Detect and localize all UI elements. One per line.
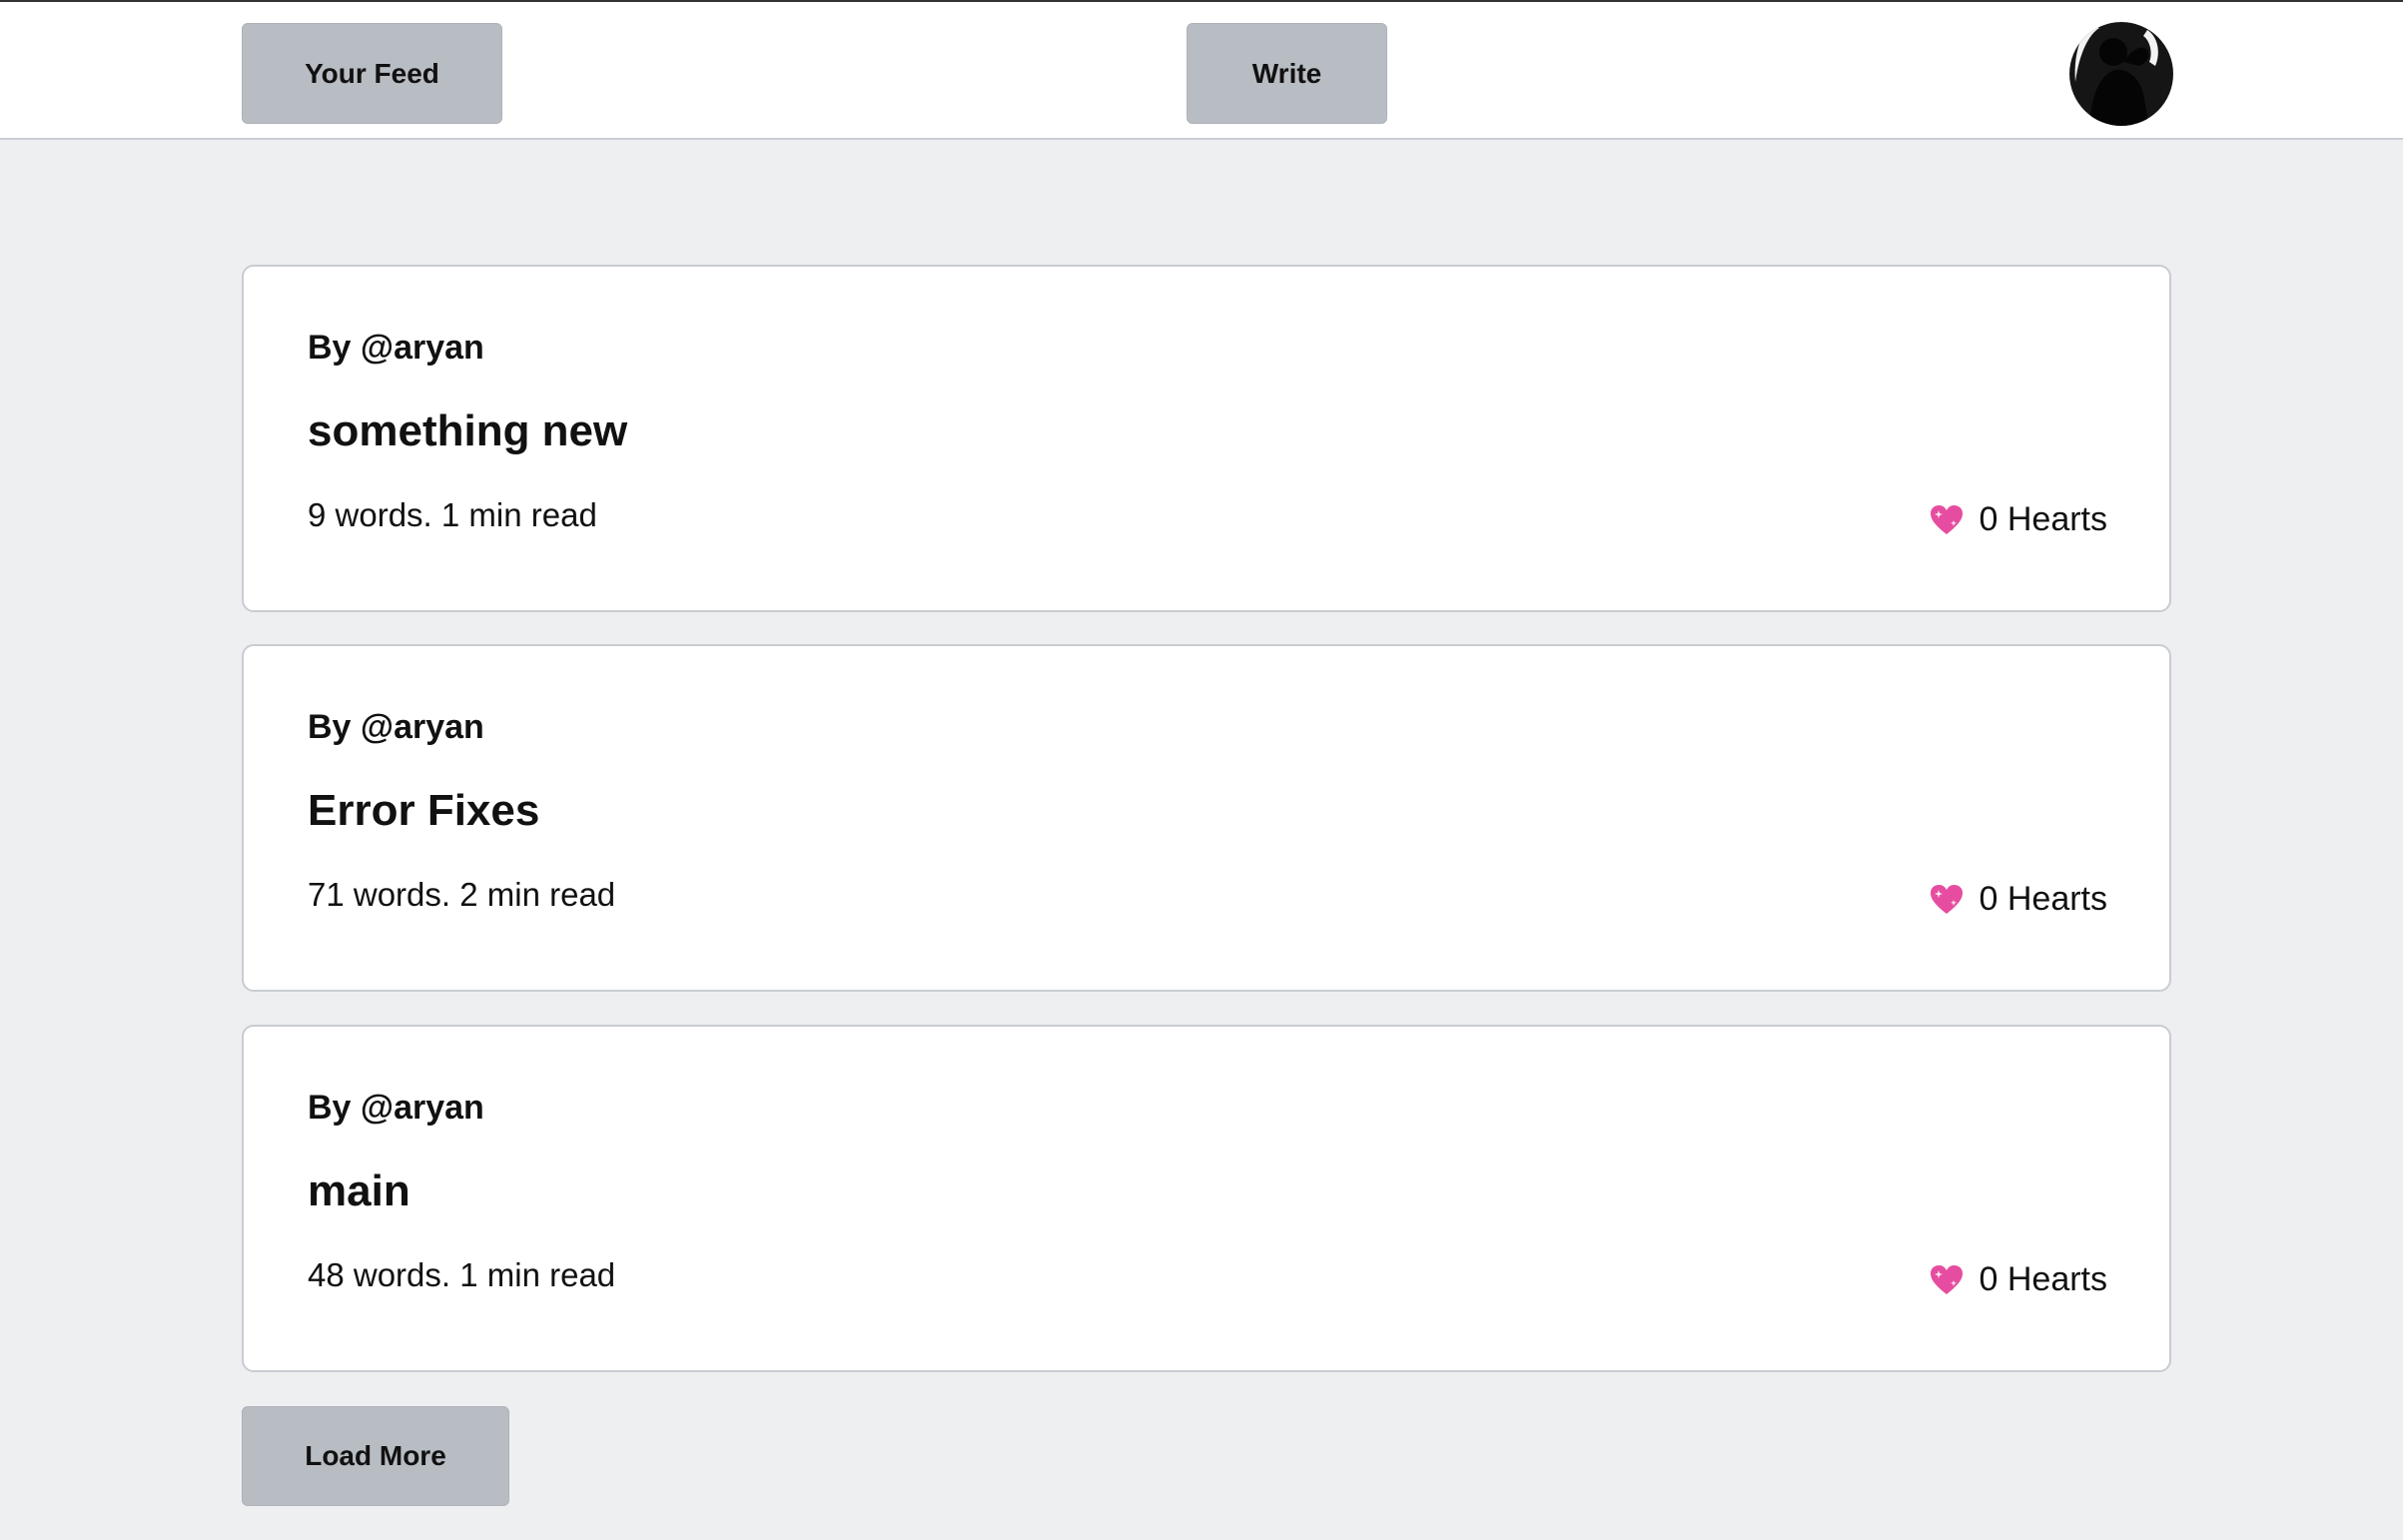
- hearts-counter[interactable]: 0 Hearts: [1930, 880, 2108, 919]
- post-title[interactable]: main: [308, 1166, 410, 1216]
- load-more-button[interactable]: Load More: [242, 1406, 509, 1506]
- post-card[interactable]: By @aryan Error Fixes 71 words. 2 min re…: [242, 644, 2171, 992]
- post-card[interactable]: By @aryan main 48 words. 1 min read 0 He…: [242, 1025, 2171, 1372]
- hearts-label: 0 Hearts: [1979, 500, 2108, 538]
- post-author: By @aryan: [308, 1089, 484, 1127]
- post-meta: 48 words. 1 min read: [308, 1256, 616, 1293]
- sparkling-heart-icon: [1930, 1264, 1963, 1294]
- top-navbar: Your Feed Write: [0, 0, 2403, 140]
- post-title[interactable]: Error Fixes: [308, 786, 539, 836]
- post-author: By @aryan: [308, 329, 484, 367]
- hearts-label: 0 Hearts: [1979, 880, 2108, 918]
- write-button[interactable]: Write: [1187, 23, 1387, 124]
- post-author: By @aryan: [308, 708, 484, 746]
- hearts-counter[interactable]: 0 Hearts: [1930, 1260, 2108, 1299]
- sparkling-heart-icon: [1930, 504, 1963, 534]
- hearts-label: 0 Hearts: [1979, 1260, 2108, 1298]
- profile-avatar-icon[interactable]: [2069, 22, 2173, 126]
- hearts-counter[interactable]: 0 Hearts: [1930, 500, 2108, 539]
- post-card[interactable]: By @aryan something new 9 words. 1 min r…: [242, 265, 2171, 612]
- sparkling-heart-icon: [1930, 884, 1963, 914]
- post-meta: 71 words. 2 min read: [308, 876, 616, 913]
- post-meta: 9 words. 1 min read: [308, 496, 597, 533]
- post-title[interactable]: something new: [308, 406, 627, 456]
- your-feed-button[interactable]: Your Feed: [242, 23, 502, 124]
